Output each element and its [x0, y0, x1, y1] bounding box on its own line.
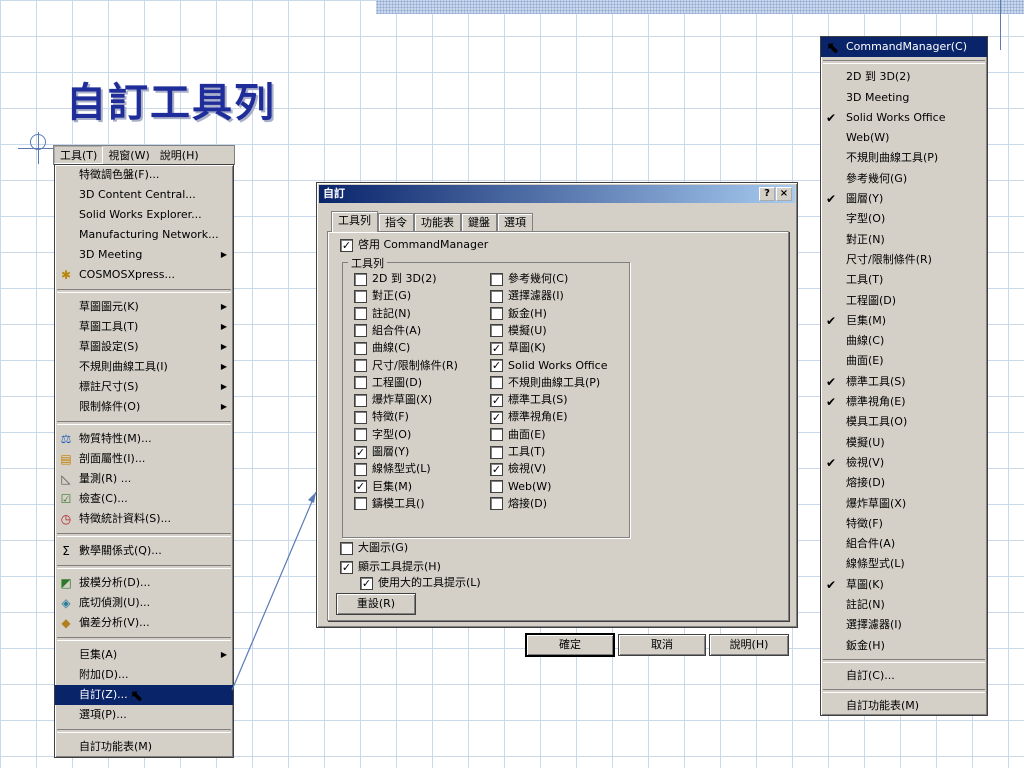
callout-arrowhead	[308, 492, 316, 503]
mouse-cursor-icon: ⬉	[130, 686, 144, 705]
callout-line	[231, 491, 317, 691]
tab-toolbars[interactable]: 工具列	[331, 211, 378, 232]
callout-line-stroke	[231, 491, 317, 691]
mouse-cursor-right-icon: ⬉	[826, 38, 840, 57]
